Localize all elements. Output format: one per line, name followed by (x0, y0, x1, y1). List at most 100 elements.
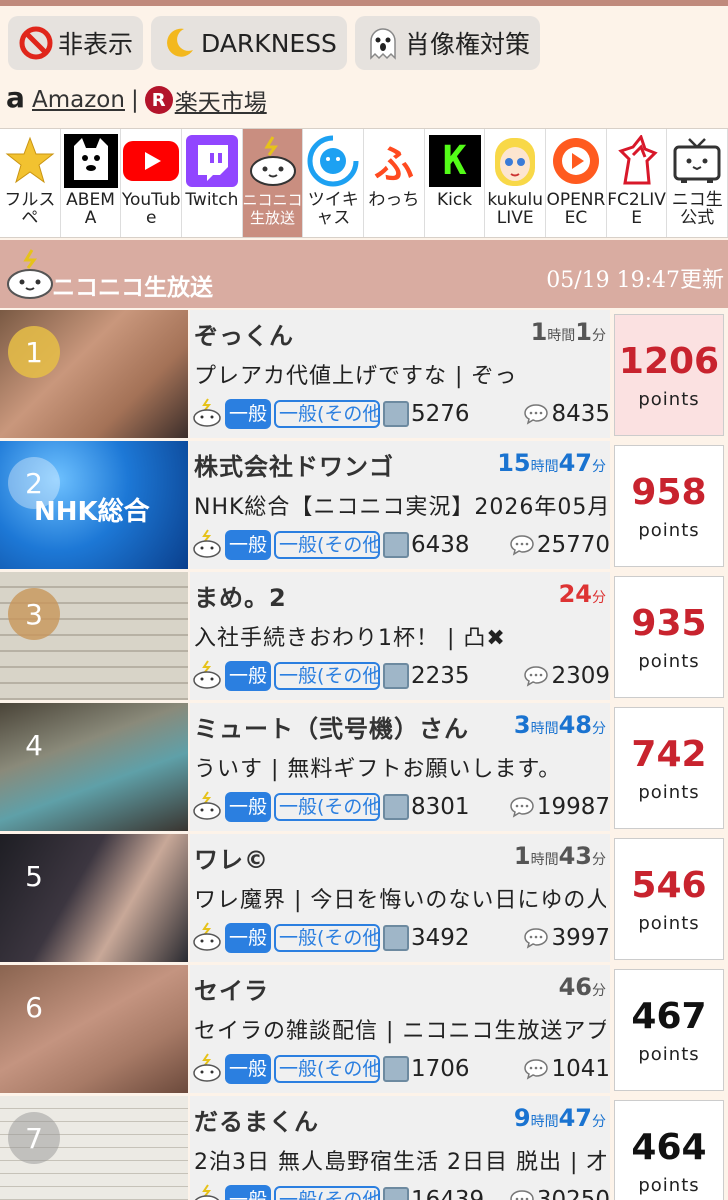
stream-thumbnail[interactable]: 2 NHK総合 (0, 441, 188, 569)
rakuten-link[interactable]: 楽天市場 (175, 83, 267, 117)
amazon-link[interactable]: Amazon (32, 87, 125, 113)
ranking-row[interactable]: 5 ワレ© 1時間43分 ワレ魔界 | 今日を悔いのない日にゆの人 一般 一般(… (0, 834, 728, 965)
category-tag[interactable]: 一般 (225, 1054, 272, 1084)
whowatch-glyph: ふ (373, 142, 414, 188)
stream-title: セイラの雑談配信 | ニコニコ生放送アプリ (194, 1019, 606, 1044)
affiliate-links: a Amazon | R 楽天市場 (6, 80, 267, 120)
tab-youtube[interactable]: YouTube (121, 129, 183, 237)
points-box: 546 points (614, 838, 724, 960)
darkness-button[interactable]: DARKNESS (151, 16, 347, 70)
tab-label: ニコ生公式 (671, 190, 723, 228)
category-header: ニコニコ生放送 05/19 19:47更新 (0, 240, 728, 308)
portrait-rights-button[interactable]: 肖像権対策 (354, 16, 540, 70)
stream-thumbnail[interactable]: 7 (0, 1096, 188, 1200)
niconico-icon (4, 246, 56, 302)
stream-info[interactable]: だるまくん 9時間47分 2泊3日 無人島野宿生活 2日目 脱出 | 才 一般 … (190, 1096, 610, 1200)
streamer-name: だるまくん (194, 1108, 319, 1136)
viewers-icon (383, 925, 410, 951)
tab-nicolive-official[interactable]: ニコ生公式 (667, 129, 728, 237)
niconico-icon (192, 397, 222, 431)
tab-openrec[interactable]: OPENREC (546, 129, 607, 237)
tab-label: Twitch (185, 190, 239, 210)
rank-badge: 1 (8, 326, 60, 378)
streamer-name: 株式会社ドワンゴ (194, 453, 394, 481)
points-box: 467 points (614, 969, 724, 1091)
stream-duration: 24分 (558, 580, 606, 608)
comment-icon (524, 928, 549, 949)
category-tag[interactable]: 一般 (225, 923, 272, 953)
points-label: points (638, 388, 700, 410)
points-label: points (638, 912, 700, 934)
stream-thumbnail[interactable]: 5 (0, 834, 188, 962)
tab-kukulu-live[interactable]: kukuluLIVE (485, 129, 547, 237)
rank-badge: 6 (25, 990, 43, 1024)
stream-meta: 一般 一般(その他) 3492 3997 (192, 922, 610, 954)
subcategory-tag[interactable]: 一般(その他) (274, 1055, 381, 1083)
points-value: 935 (631, 602, 707, 644)
stream-info[interactable]: まめ。2 24分 入社手続きおわり1杯！ | 凸✖ 一般 一般(その他) 223… (190, 572, 610, 700)
stream-info[interactable]: ぞっくん 1時間1分 プレアカ代値上げですな | ぞっ 一般 一般(その他) 5… (190, 310, 610, 438)
hide-button-label: 非表示 (58, 30, 134, 59)
twitch-icon (184, 133, 240, 189)
viewer-count: 8301 (383, 794, 493, 820)
stream-meta: 一般 一般(その他) 16439 30250 (192, 1184, 610, 1200)
subcategory-tag[interactable]: 一般(その他) (274, 1186, 381, 1200)
category-tag[interactable]: 一般 (225, 792, 272, 822)
tab-fc2-live[interactable]: FC2LIVE (607, 129, 668, 237)
tab-label: OPENREC (546, 190, 606, 228)
stream-info[interactable]: ワレ© 1時間43分 ワレ魔界 | 今日を悔いのない日にゆの人 一般 一般(その… (190, 834, 610, 962)
tab-whowatch[interactable]: ふ わっち (364, 129, 425, 237)
kukulu-icon (487, 133, 543, 189)
subcategory-tag[interactable]: 一般(その他) (274, 924, 381, 952)
comment-count: 2309 (523, 663, 610, 689)
hide-button[interactable]: 非表示 (8, 16, 144, 70)
tab-twitcasting[interactable]: ツイキャス (303, 129, 365, 237)
streamer-name: ミュート（弐号機）さん (194, 715, 469, 743)
points-value: 1206 (618, 340, 720, 382)
ranking-row[interactable]: 6 セイラ 46分 セイラの雑談配信 | ニコニコ生放送アプリ 一般 一般(その… (0, 965, 728, 1096)
stream-info[interactable]: 株式会社ドワンゴ 15時間47分 NHK総合【ニコニコ実況】2026年05月 一… (190, 441, 610, 569)
comment-count: 30250 (509, 1187, 610, 1200)
top-border (0, 0, 728, 6)
tab-twitch[interactable]: Twitch (182, 129, 243, 237)
stream-info[interactable]: セイラ 46分 セイラの雑談配信 | ニコニコ生放送アプリ 一般 一般(その他)… (190, 965, 610, 1093)
subcategory-tag[interactable]: 一般(その他) (274, 793, 381, 821)
points-box: 1206 points (614, 314, 724, 436)
category-title: ニコニコ生放送 (52, 275, 213, 301)
stream-thumbnail[interactable]: 3 (0, 572, 188, 700)
tab-niconico-live[interactable]: ニコニコ生放送 (242, 129, 304, 237)
subcategory-tag[interactable]: 一般(その他) (274, 400, 381, 428)
tab-kick[interactable]: K Kick (425, 129, 486, 237)
ranking-row[interactable]: 7 だるまくん 9時間47分 2泊3日 無人島野宿生活 2日目 脱出 | 才 一… (0, 1096, 728, 1200)
category-tag[interactable]: 一般 (225, 1185, 272, 1200)
update-timestamp: 05/19 19:47更新 (546, 268, 724, 293)
viewer-count: 1706 (383, 1056, 493, 1082)
stream-thumbnail[interactable]: 1 (0, 310, 188, 438)
category-tag[interactable]: 一般 (225, 530, 272, 560)
niconico-icon (192, 1052, 222, 1086)
ranking-row[interactable]: 2 NHK総合 株式会社ドワンゴ 15時間47分 NHK総合【ニコニコ実況】20… (0, 441, 728, 572)
comment-icon (510, 1190, 534, 1200)
viewers-icon (383, 1187, 410, 1200)
subcategory-tag[interactable]: 一般(その他) (274, 531, 381, 559)
ranking-row[interactable]: 4 ミュート（弐号機）さん 3時間48分 ういす | 無料ギフトお願いします。 … (0, 703, 728, 834)
stream-info[interactable]: ミュート（弐号機）さん 3時間48分 ういす | 無料ギフトお願いします。 一般… (190, 703, 610, 831)
category-tag[interactable]: 一般 (225, 661, 272, 691)
stream-thumbnail[interactable]: 6 (0, 965, 188, 1093)
stream-duration: 1時間1分 (530, 318, 606, 346)
comment-icon (524, 404, 549, 425)
points-label: points (638, 650, 700, 672)
stream-thumbnail[interactable]: 4 (0, 703, 188, 831)
category-tag[interactable]: 一般 (225, 399, 272, 429)
youtube-icon (123, 133, 180, 189)
streamer-name: セイラ (194, 977, 269, 1005)
tab-fullspec[interactable]: フルスペ (0, 129, 61, 237)
ranking-row[interactable]: 1 ぞっくん 1時間1分 プレアカ代値上げですな | ぞっ 一般 一般(その他)… (0, 310, 728, 441)
subcategory-tag[interactable]: 一般(その他) (274, 662, 381, 690)
points-value: 958 (631, 471, 707, 513)
tab-abema[interactable]: ABEMA (61, 129, 122, 237)
rakuten-icon: R (144, 86, 173, 114)
ranking-row[interactable]: 3 まめ。2 24分 入社手続きおわり1杯！ | 凸✖ 一般 一般(その他) 2… (0, 572, 728, 703)
stream-title: ワレ魔界 | 今日を悔いのない日にゆの人 (194, 888, 606, 913)
comment-icon (510, 535, 534, 556)
